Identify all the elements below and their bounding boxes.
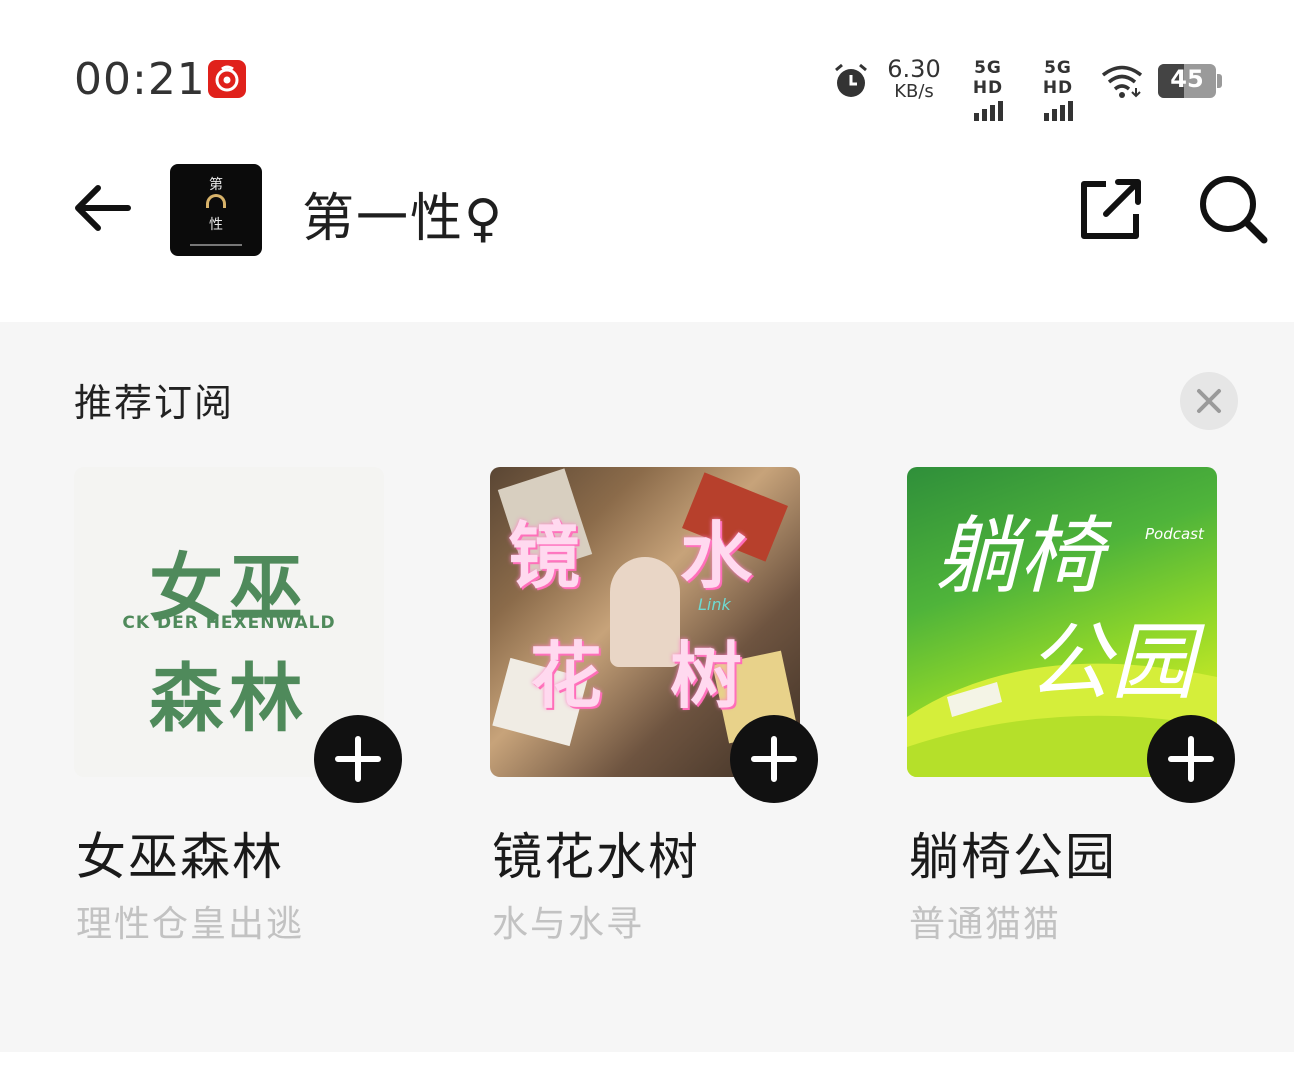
cover-title-text: 水: [680, 514, 753, 598]
section-divider: [0, 1052, 1294, 1080]
signal-1-label: 5G HD: [972, 58, 1004, 98]
plus-icon: [335, 736, 381, 782]
cover-subtitle-text: Podcast: [1145, 525, 1204, 543]
podcast-card[interactable]: 女巫 CK DER HEXENWALD 森林 女巫森林 理性仓皇出逃: [74, 467, 414, 947]
battery-icon: 45: [1158, 64, 1222, 98]
signal-2: 5G HD: [1026, 58, 1090, 121]
podcast-author[interactable]: 理性仓皇出逃: [76, 895, 304, 947]
section-title: 推荐订阅: [74, 381, 235, 425]
battery-level: 45: [1170, 65, 1204, 93]
thumb-text-2: 性: [209, 217, 223, 233]
signal-icon: [1026, 101, 1090, 121]
subscribe-button[interactable]: [314, 715, 402, 803]
search-icon[interactable]: [1196, 172, 1270, 246]
share-icon[interactable]: [1076, 174, 1146, 244]
cover-subtitle-text: CK DER HEXENWALD: [122, 613, 336, 633]
thumb-text-1: 第: [209, 177, 223, 193]
plus-icon: [1168, 736, 1214, 782]
status-time: 00:21: [74, 54, 206, 105]
signal-2-label: 5G HD: [1042, 58, 1074, 98]
page-title: 第一性♀: [302, 189, 505, 249]
network-speed: 6.30 KB/s: [884, 56, 944, 102]
plus-icon: [751, 736, 797, 782]
thumb-arc-shape: [206, 194, 226, 208]
cover-title-text: 镜: [508, 514, 581, 598]
cover-subtitle-text: Link: [698, 595, 731, 614]
signal-icon: [956, 101, 1020, 121]
close-button[interactable]: [1180, 372, 1238, 430]
podcast-cover-thumbnail[interactable]: 第 性: [170, 164, 262, 256]
signal-1: 5G HD: [956, 58, 1020, 121]
podcast-author[interactable]: 水与水寻: [492, 895, 644, 947]
netease-music-icon: [208, 60, 246, 98]
subscribe-button[interactable]: [730, 715, 818, 803]
cover-title-text: 花: [530, 634, 603, 718]
podcast-title[interactable]: 镜花水树: [492, 817, 700, 889]
back-arrow-icon[interactable]: [70, 182, 132, 234]
thumb-line-shape: [190, 244, 242, 246]
podcast-card[interactable]: 躺椅 Podcast 公园 躺椅公园 普通猫猫: [907, 467, 1247, 947]
network-speed-value: 6.30: [887, 55, 941, 83]
podcast-title[interactable]: 女巫森林: [76, 817, 284, 889]
network-speed-unit: KB/s: [894, 81, 934, 102]
status-bar: 00:21 6.30 KB/s 5G HD 5G HD 45: [0, 0, 1294, 150]
cover-title-text: 公园: [1027, 613, 1196, 711]
podcast-title[interactable]: 躺椅公园: [909, 817, 1117, 889]
alarm-icon: [832, 62, 870, 100]
cover-title-text: 树: [670, 634, 743, 718]
wifi-icon: [1100, 62, 1144, 100]
subscribe-button[interactable]: [1147, 715, 1235, 803]
close-icon: [1197, 389, 1221, 413]
podcast-card[interactable]: 镜 水 Link 花 树 镜花水树 水与水寻: [490, 467, 830, 947]
cover-title-text: 躺椅: [935, 507, 1104, 605]
recommend-section: 推荐订阅 女巫 CK DER HEXENWALD 森林 女巫森林 理性仓皇出逃 …: [0, 322, 1294, 1052]
page-header: 第 性 第一性♀: [0, 150, 1294, 270]
podcast-author[interactable]: 普通猫猫: [909, 895, 1061, 947]
